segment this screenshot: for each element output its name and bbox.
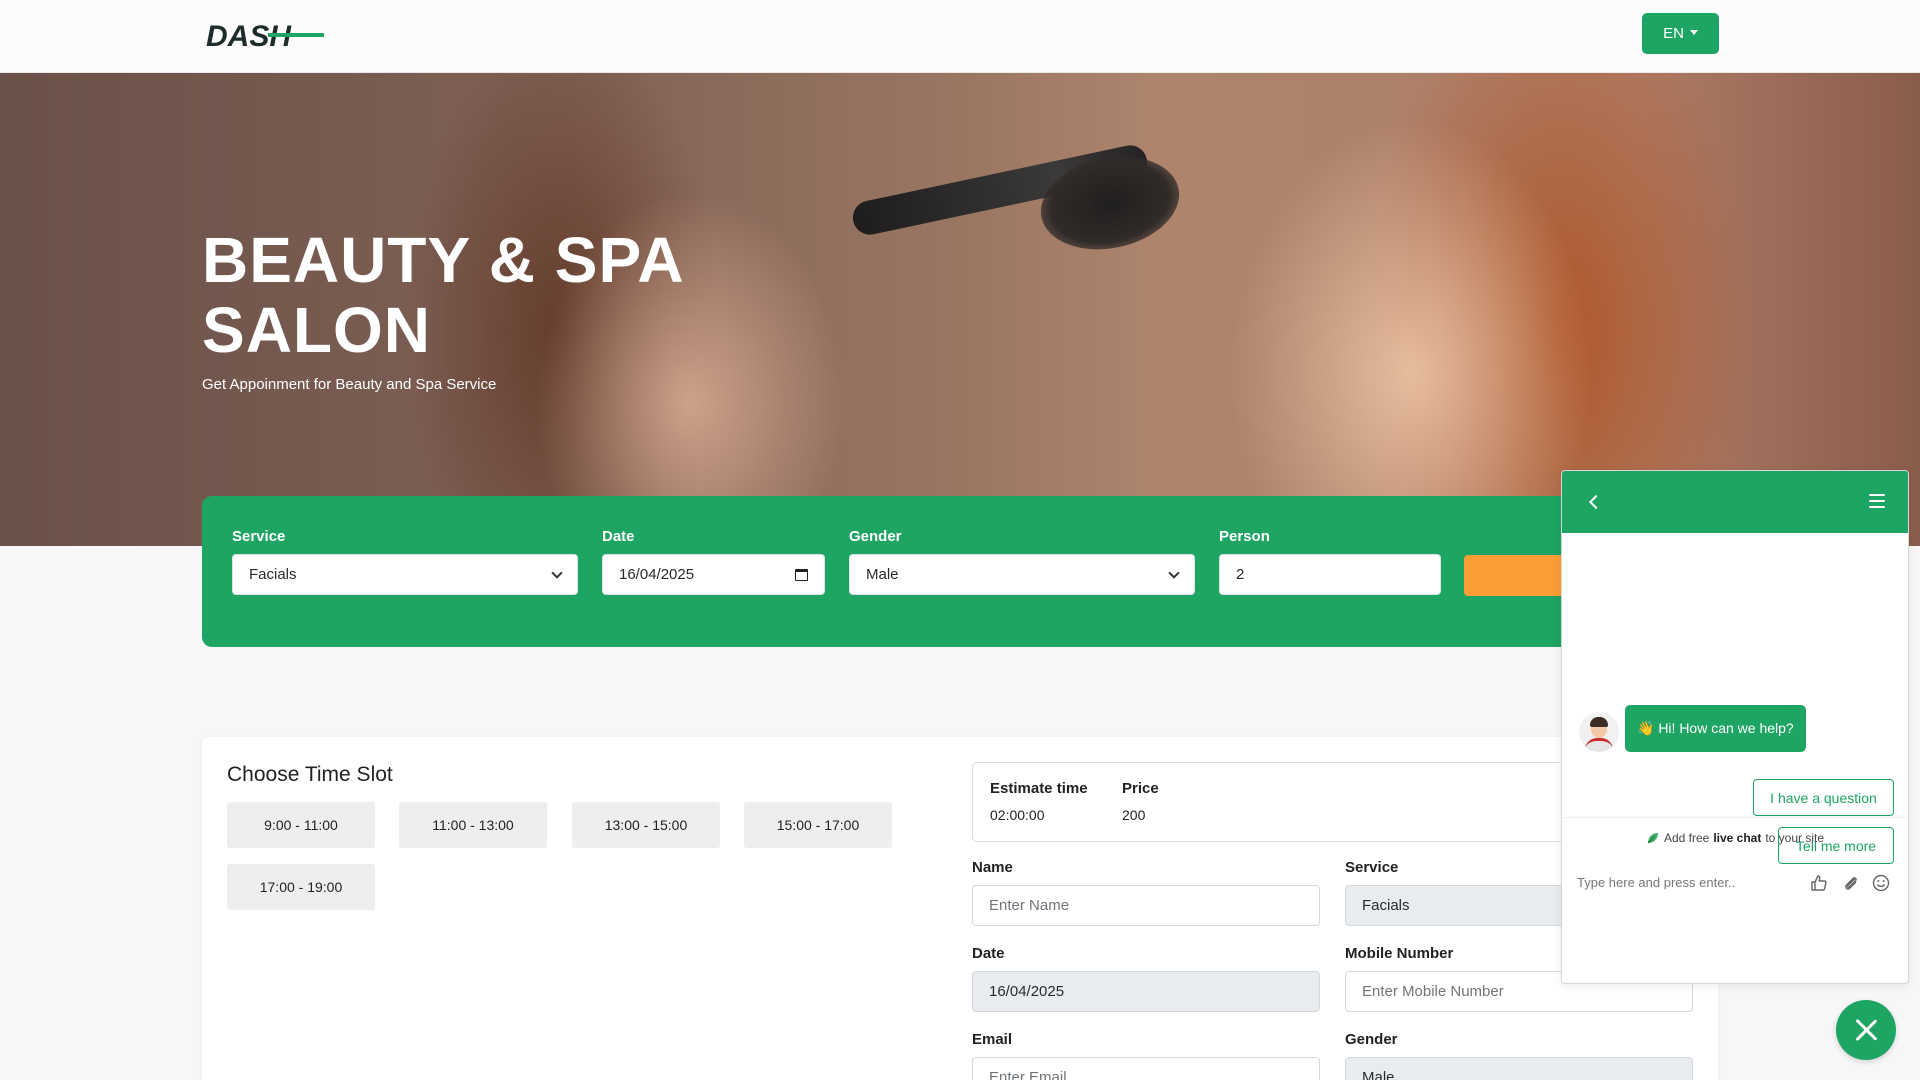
language-label: EN <box>1663 25 1684 42</box>
gender-select[interactable]: Male <box>849 554 1195 595</box>
live-chat-widget: 👋 Hi! How can we help? I have a question… <box>1561 470 1909 984</box>
leaf-icon <box>1647 832 1658 843</box>
chat-composer[interactable]: Type here and press enter.. <box>1562 857 1908 913</box>
person-label: Person <box>1219 528 1270 545</box>
name-input[interactable]: Enter Name <box>972 885 1320 926</box>
gender-readonly-field: Gender Male <box>1345 1031 1693 1080</box>
date-field: Date 16/04/2025 <box>602 528 825 595</box>
time-slot-button[interactable]: 9:00 - 11:00 <box>227 802 375 848</box>
service-select[interactable]: Facials <box>232 554 578 595</box>
thumbs-up-icon[interactable] <box>1809 873 1829 893</box>
hero-subtitle: Get Appoinment for Beauty and Spa Servic… <box>202 376 497 393</box>
email-field: Email Enter Email <box>972 1031 1320 1080</box>
top-navbar: DASH EN <box>0 0 1920 73</box>
hero-title: BEAUTY & SPA SALON <box>202 224 683 366</box>
person-field: Person 2 <box>1219 528 1441 595</box>
emoji-icon[interactable] <box>1871 873 1891 893</box>
estimate-time: Estimate time 02:00:00 <box>990 780 1088 823</box>
time-slot-button[interactable]: 15:00 - 17:00 <box>744 802 892 848</box>
name-field: Name Enter Name <box>972 859 1320 926</box>
booking-panel: Choose Time Slot 9:00 - 11:00 11:00 - 13… <box>202 737 1718 1080</box>
chat-greeting-bubble: 👋 Hi! How can we help? <box>1625 705 1806 752</box>
have-question-button[interactable]: I have a question <box>1753 779 1894 816</box>
time-slot-button[interactable]: 11:00 - 13:00 <box>399 802 547 848</box>
caret-down-icon <box>1689 30 1698 35</box>
paperclip-icon[interactable] <box>1841 873 1861 893</box>
email-input[interactable]: Enter Email <box>972 1057 1320 1080</box>
language-dropdown-button[interactable]: EN <box>1642 13 1719 54</box>
chevron-down-icon <box>1168 566 1180 579</box>
dash-logo[interactable]: DASH <box>206 18 324 52</box>
price: Price 200 <box>1122 780 1159 823</box>
hamburger-menu-icon[interactable] <box>1869 494 1885 512</box>
gender-label: Gender <box>849 528 902 545</box>
booking-search-bar: Service Facials Date 16/04/2025 Gender M… <box>202 496 1718 647</box>
gender-field: Gender Male <box>849 528 1195 595</box>
time-slot-title: Choose Time Slot <box>227 763 393 786</box>
gender-readonly-input[interactable]: Male <box>1345 1057 1693 1080</box>
booking-date-input[interactable]: 16/04/2025 <box>972 971 1320 1012</box>
date-input[interactable]: 16/04/2025 <box>602 554 825 595</box>
back-arrow-icon[interactable] <box>1588 494 1604 510</box>
date-label: Date <box>602 528 635 545</box>
time-slot-button[interactable]: 13:00 - 15:00 <box>572 802 720 848</box>
close-chat-button[interactable] <box>1836 1000 1896 1060</box>
booking-date-field: Date 16/04/2025 <box>972 945 1320 1012</box>
service-field: Service Facials <box>232 528 578 595</box>
person-input[interactable]: 2 <box>1219 554 1441 595</box>
add-live-chat-link[interactable]: Add free live chat to your site <box>1562 817 1908 857</box>
time-slot-button[interactable]: 17:00 - 19:00 <box>227 864 375 910</box>
chat-input-placeholder: Type here and press enter.. <box>1577 875 1736 890</box>
service-label: Service <box>232 528 286 545</box>
calendar-icon[interactable] <box>795 568 808 581</box>
agent-avatar <box>1579 712 1619 752</box>
chevron-down-icon <box>551 566 563 579</box>
chat-header <box>1562 471 1908 533</box>
